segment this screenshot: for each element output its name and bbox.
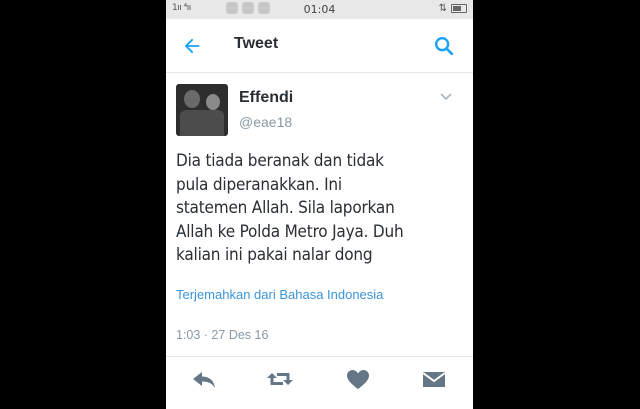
system-icons: ⇅ [439, 3, 467, 14]
envelope-icon[interactable] [420, 366, 448, 392]
search-icon[interactable] [433, 35, 455, 57]
top-app-bar: Tweet [166, 19, 473, 73]
phone-screen: 1ıı ⁴ıı 01:04 ⇅ Tweet Effendi @eae18 Dia… [166, 0, 473, 409]
tweet-actions [166, 366, 473, 396]
page-title: Tweet [234, 35, 279, 52]
retweet-icon[interactable] [266, 366, 294, 392]
clock: 01:04 [303, 3, 336, 16]
translate-link[interactable]: Terjemahkan dari Bahasa Indonesia [176, 287, 383, 302]
avatar[interactable] [176, 84, 228, 136]
arrow-left-icon[interactable] [181, 35, 203, 57]
display-name[interactable]: Effendi [239, 89, 293, 107]
user-handle[interactable]: @eae18 [239, 114, 292, 130]
reply-icon[interactable] [190, 366, 218, 392]
battery-icon [451, 3, 467, 13]
heart-icon[interactable] [344, 366, 372, 392]
tweet-text: Dia tiada beranak dan tidak pula diperan… [176, 151, 404, 265]
mute-icon: ⇅ [438, 3, 447, 14]
divider [166, 356, 473, 357]
tweet-timestamp: 1:03 · 27 Des 16 [176, 328, 269, 342]
status-bar: 1ıı ⁴ıı 01:04 ⇅ [166, 0, 473, 19]
chevron-down-icon[interactable] [439, 92, 453, 102]
